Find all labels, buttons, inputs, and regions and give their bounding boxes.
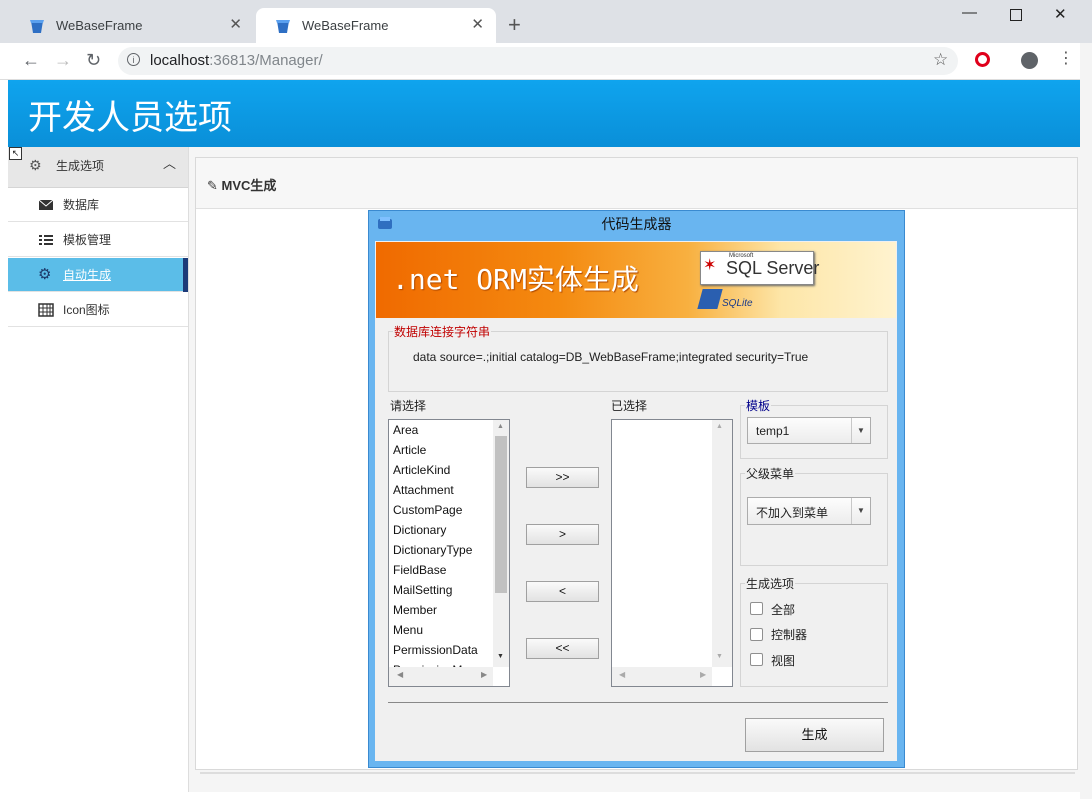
collapse-sidebar-icon[interactable]: ↖	[9, 147, 22, 160]
gears-icon: ⚙	[29, 157, 42, 173]
parent-menu-label: 父级菜单	[745, 465, 796, 482]
add-all-button[interactable]: >>	[526, 467, 599, 488]
browser-tab-2[interactable]: WeBaseFrame ✕	[256, 8, 496, 43]
template-select-value: temp1	[756, 424, 790, 438]
list-item[interactable]: FieldBase	[389, 560, 509, 580]
scroll-down-icon[interactable]: ▼	[716, 653, 723, 660]
sidebar-group-label: 生成选项	[56, 159, 105, 173]
selected-label: 已选择	[611, 399, 648, 413]
option-controller-checkbox[interactable]	[750, 628, 763, 641]
pencil-icon: ✎	[207, 178, 218, 193]
forward-arrow-icon[interactable]: →	[54, 50, 72, 70]
option-controller-label: 控制器	[771, 628, 808, 642]
scroll-down-icon[interactable]: ▼	[497, 653, 504, 660]
menu-dots-icon[interactable]: ⋮	[1058, 50, 1074, 68]
conn-string-value[interactable]: data source=.;initial catalog=DB_WebBase…	[413, 350, 808, 364]
option-all-checkbox[interactable]	[750, 602, 763, 615]
sidebar-item-label: Icon图标	[63, 303, 110, 317]
grid-icon	[38, 303, 54, 317]
tab-title: WeBaseFrame	[56, 18, 143, 33]
option-all-label: 全部	[771, 603, 796, 617]
new-tab-icon[interactable]: +	[508, 14, 521, 36]
maximize-icon[interactable]	[1010, 9, 1022, 21]
divider	[200, 772, 1075, 774]
scroll-right-icon[interactable]: ▶	[481, 670, 487, 679]
chevron-down-icon[interactable]: ▼	[851, 498, 870, 524]
gear-icon: ⚙	[38, 266, 52, 283]
tab-close-icon[interactable]: ✕	[471, 17, 484, 33]
url-text[interactable]: localhost:36813/Manager/	[150, 52, 323, 69]
dialog-separator	[388, 702, 888, 703]
scroll-up-icon[interactable]: ▲	[716, 423, 723, 430]
webaseframe-favicon-icon	[30, 20, 44, 33]
account-icon[interactable]	[1021, 52, 1038, 69]
selected-list-hscrollbar[interactable]	[612, 667, 712, 686]
window-close-icon[interactable]: ✕	[1054, 5, 1067, 23]
back-arrow-icon[interactable]: ←	[22, 50, 40, 70]
template-label: 模板	[745, 397, 772, 414]
available-list-hscrollbar[interactable]	[389, 667, 493, 686]
envelope-icon	[38, 199, 54, 210]
selected-list-vscrollbar[interactable]	[712, 420, 732, 667]
scroll-up-icon[interactable]: ▲	[497, 423, 504, 430]
minimize-icon[interactable]: —	[962, 4, 977, 21]
parent-menu-select-value: 不加入到菜单	[756, 506, 829, 520]
tab-title: WeBaseFrame	[302, 18, 389, 33]
sidebar-item-database[interactable]: 数据库	[8, 188, 188, 222]
tab-close-icon[interactable]: ✕	[229, 17, 242, 33]
remove-button[interactable]: <	[526, 581, 599, 602]
sidebar-item-icons[interactable]: Icon图标	[8, 293, 188, 327]
chevron-down-icon[interactable]: ▼	[851, 418, 870, 443]
scroll-left-icon[interactable]: ◀	[397, 670, 403, 679]
sidebar-item-templates[interactable]: 模板管理	[8, 223, 188, 257]
sidebar-item-label: 模板管理	[63, 233, 112, 247]
info-icon[interactable]: i	[127, 53, 140, 66]
scroll-right-icon[interactable]: ▶	[700, 670, 706, 679]
list-item[interactable]: Member	[389, 600, 509, 620]
dialog-title: 代码生成器	[601, 216, 672, 232]
webaseframe-favicon-icon	[276, 20, 290, 33]
list-item[interactable]: Area	[389, 420, 509, 440]
browser-tab-1[interactable]: WeBaseFrame ✕	[10, 8, 254, 43]
available-label: 请选择	[390, 399, 427, 413]
list-item[interactable]: Attachment	[389, 480, 509, 500]
page-title: 开发人员选项	[28, 99, 232, 137]
list-item[interactable]: DictionaryType	[389, 540, 509, 560]
parent-menu-select[interactable]: 不加入到菜单 ▼	[747, 497, 871, 525]
scroll-left-icon[interactable]: ◀	[619, 670, 625, 679]
list-item[interactable]: Menu	[389, 620, 509, 640]
list-item[interactable]: Article	[389, 440, 509, 460]
sql-server-logo-icon: ✶	[703, 257, 717, 274]
list-item[interactable]: Dictionary	[389, 520, 509, 540]
list-icon	[39, 235, 53, 245]
list-item[interactable]: MailSetting	[389, 580, 509, 600]
banner-title: .net ORM实体生成	[392, 263, 639, 296]
opera-icon[interactable]	[975, 52, 990, 67]
reload-icon[interactable]: ↻	[86, 50, 101, 70]
remove-all-button[interactable]: <<	[526, 638, 599, 659]
logo-sqlite-text: SQLite	[722, 298, 753, 309]
list-item[interactable]: CustomPage	[389, 500, 509, 520]
panel-header	[196, 158, 1077, 209]
background-window-edge	[1080, 43, 1092, 799]
add-button[interactable]: >	[526, 524, 599, 545]
panel-title: ✎ MVC生成	[207, 178, 277, 193]
template-select[interactable]: temp1 ▼	[747, 417, 871, 444]
logo-sqlserver-text: SQL Server	[726, 258, 820, 278]
generate-button[interactable]: 生成	[745, 718, 884, 752]
option-view-label: 视图	[771, 654, 796, 668]
star-icon[interactable]: ☆	[933, 50, 948, 70]
sidebar-item-label: 数据库	[63, 198, 100, 212]
chevron-up-icon[interactable]: ︿	[163, 153, 176, 172]
sidebar-item-label: 自动生成	[63, 268, 112, 282]
sidebar-item-autogen[interactable]: ⚙ 自动生成	[8, 258, 188, 292]
list-item[interactable]: ArticleKind	[389, 460, 509, 480]
option-view-checkbox[interactable]	[750, 653, 763, 666]
list-item[interactable]: PermissionData	[389, 640, 509, 660]
available-list[interactable]: Area Article ArticleKind Attachment CustomPa…	[388, 419, 510, 687]
generate-options-label: 生成选项	[745, 575, 796, 592]
conn-string-label: 数据库连接字符串	[393, 323, 492, 340]
scroll-thumb[interactable]	[495, 436, 507, 593]
